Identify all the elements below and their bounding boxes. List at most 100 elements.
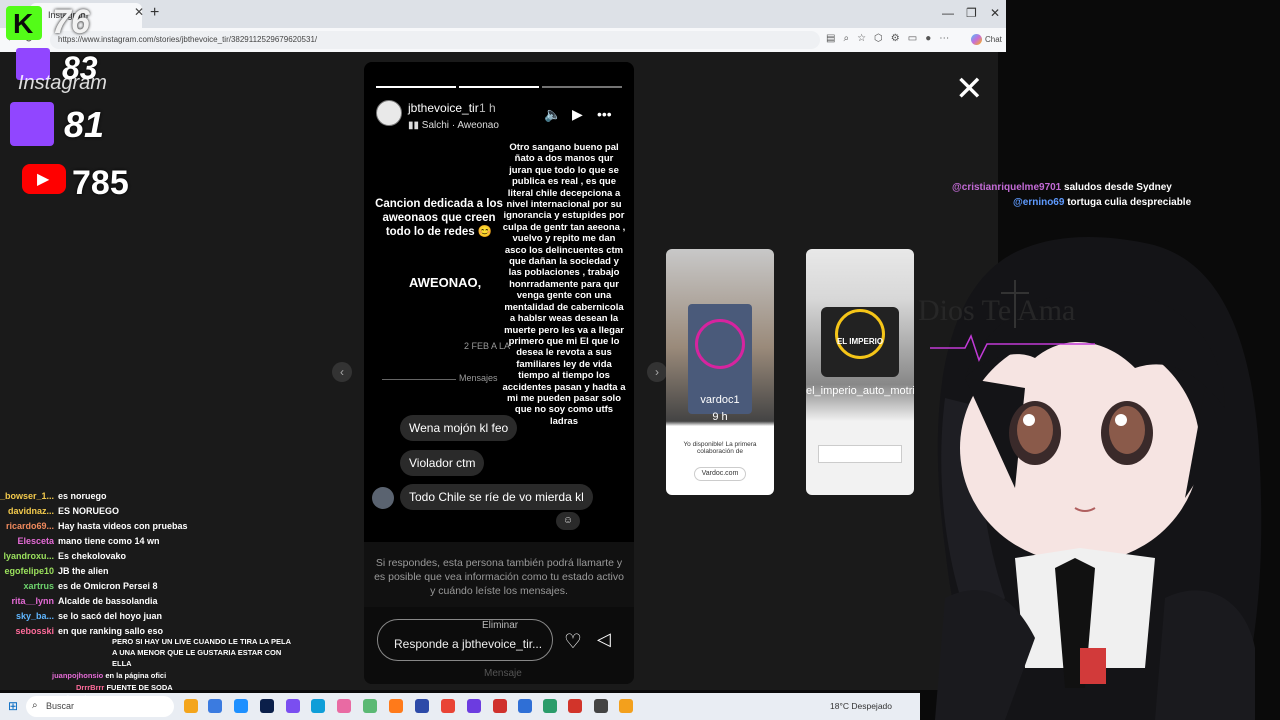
chat-username: francis17__ bbox=[66, 694, 108, 703]
vs-code-icon[interactable] bbox=[260, 699, 274, 713]
song-caption: Cancion dedicada a los aweonaos que cree… bbox=[374, 197, 504, 239]
app-icon[interactable] bbox=[415, 699, 429, 713]
reaction-icon[interactable]: ☺ bbox=[556, 512, 580, 530]
chat-message: DrrrBrrr FUENTE DE SODA bbox=[76, 683, 173, 692]
favorite-icon[interactable]: ☆ bbox=[857, 33, 866, 44]
story-progress bbox=[376, 86, 622, 89]
chat-username: DrrrBrrr bbox=[76, 683, 105, 692]
delete-label[interactable]: Eliminar bbox=[482, 620, 518, 631]
firefox-icon[interactable] bbox=[389, 699, 403, 713]
chat-text: ES NORUEGO bbox=[58, 506, 120, 516]
big-word: AWEONAO, bbox=[409, 275, 482, 290]
heart-icon[interactable]: ♡ bbox=[564, 629, 582, 654]
prev-story-icon[interactable]: ‹ bbox=[332, 362, 352, 382]
windows-start-icon[interactable]: ⊞ bbox=[8, 699, 18, 713]
chat-text: tortuga culia despreciable bbox=[1067, 197, 1192, 208]
reply-notice: Si respondes, esta persona también podrá… bbox=[374, 557, 624, 597]
right-chat-message: @ernino69 tortuga culia despreciable bbox=[1013, 197, 1191, 208]
copilot-icon[interactable] bbox=[971, 34, 982, 45]
app-icon[interactable] bbox=[467, 699, 481, 713]
tab-close-icon[interactable]: ✕ bbox=[134, 5, 144, 19]
reader-icon[interactable]: ▤ bbox=[826, 33, 835, 44]
chat-text: Es chekolovako bbox=[58, 551, 127, 561]
chat-message: davidnaz... ES NORUEGO bbox=[0, 506, 119, 521]
chat-username: _bowser_1... bbox=[0, 491, 54, 501]
story-viewer: jbthevoice_tir 1 h ▮▮ Salchi · Aweonao 🔈… bbox=[364, 62, 634, 684]
url-field[interactable]: https://www.instagram.com/stories/jbthev… bbox=[50, 31, 820, 49]
chat-username: sebosski bbox=[15, 626, 54, 636]
chat-message: egofelipe10 JB the alien bbox=[0, 566, 109, 581]
edge-icon[interactable] bbox=[311, 699, 325, 713]
opera-icon[interactable] bbox=[568, 699, 582, 713]
chat-message: sky_ba... se lo sacó del hoyo juan bbox=[0, 611, 162, 626]
new-tab-icon[interactable]: + bbox=[150, 4, 159, 22]
minimize-icon[interactable]: — bbox=[942, 6, 954, 20]
mute-icon[interactable]: 🔈 bbox=[544, 106, 561, 123]
copilot-label: Chat bbox=[985, 35, 1002, 44]
app-icon[interactable] bbox=[619, 699, 633, 713]
story-preview[interactable]: EL IMPERIO el_imperio_auto_motriz bbox=[806, 249, 914, 495]
story-preview[interactable]: vardoc1 9 h Yo disponible! La primera co… bbox=[666, 249, 774, 495]
chat-text: mano tiene como 14 wn bbox=[58, 536, 160, 546]
twitch-icon bbox=[10, 102, 54, 146]
store-icon[interactable] bbox=[208, 699, 222, 713]
chat-message: rita__lynn Alcalde de bassolandia bbox=[0, 596, 158, 611]
smile-emoji: 😊 bbox=[477, 226, 493, 238]
weather-widget[interactable]: 18°C Despejado bbox=[830, 701, 892, 711]
tabs-icon[interactable]: ▭ bbox=[908, 33, 917, 44]
chat-text: saludos desde Sydney bbox=[1064, 182, 1172, 193]
play-icon[interactable]: ▶ bbox=[572, 106, 583, 123]
close-stories-icon[interactable]: ✕ bbox=[955, 72, 984, 106]
stream-screen: Instagram ✕ + — ❐ ✕ ← ↻ https://www.inst… bbox=[0, 0, 1280, 720]
chat-username: egofelipe10 bbox=[4, 566, 54, 576]
menu-icon[interactable]: ⋯ bbox=[939, 33, 949, 44]
chat-bubble: Todo Chile se ríe de vo mierda kl bbox=[400, 484, 593, 510]
preview-link[interactable]: Vardoc.com bbox=[694, 467, 746, 481]
app-icon[interactable] bbox=[594, 699, 608, 713]
behind-message-field: Mensaje bbox=[484, 668, 522, 679]
chat-text: en que ranking sallo eso bbox=[58, 626, 164, 636]
extensions-icon[interactable]: ⬡ bbox=[874, 33, 883, 44]
progress-segment bbox=[459, 86, 539, 88]
story-time: 1 h bbox=[479, 101, 496, 115]
youtube-icon: ▶ bbox=[22, 164, 66, 194]
search-icon: ⌕ bbox=[32, 700, 38, 711]
preview-avatar-ring bbox=[835, 309, 885, 359]
divider bbox=[382, 379, 456, 380]
settings-icon[interactable]: ⚙ bbox=[891, 33, 900, 44]
story-avatar[interactable] bbox=[376, 100, 402, 126]
app-icon[interactable] bbox=[518, 699, 532, 713]
music-title: Aweonao bbox=[457, 120, 499, 131]
app-icon[interactable] bbox=[363, 699, 377, 713]
progress-segment bbox=[376, 86, 456, 88]
more-options-icon[interactable]: ••• bbox=[597, 106, 612, 122]
reply-input[interactable]: Responde a jbthevoice_tir... bbox=[377, 619, 553, 661]
story-music[interactable]: ▮▮ Salchi · Aweonao bbox=[408, 120, 499, 131]
send-icon[interactable]: ◁ bbox=[597, 629, 611, 650]
app-icon[interactable] bbox=[493, 699, 507, 713]
discord-icon[interactable] bbox=[286, 699, 300, 713]
donation-message: PERO SI HAY UN LIVE CUANDO LE TIRA LA PE… bbox=[112, 637, 291, 668]
chrome-icon[interactable] bbox=[441, 699, 455, 713]
chat-text: JB the alien bbox=[58, 566, 109, 576]
chat-username: rita__lynn bbox=[11, 596, 54, 606]
reply-area: Responde a jbthevoice_tir... Eliminar ♡ … bbox=[364, 607, 634, 684]
chat-message: Elesceta mano tiene como 14 wn bbox=[0, 536, 160, 551]
profile-icon[interactable]: ● bbox=[925, 33, 931, 44]
story-username[interactable]: jbthevoice_tir bbox=[408, 101, 479, 115]
reply-placeholder: Responde a jbthevoice_tir... bbox=[394, 637, 543, 651]
music-artist: Salchi bbox=[421, 120, 450, 131]
message-avatar bbox=[372, 487, 394, 509]
file-explorer-icon[interactable] bbox=[184, 699, 198, 713]
app-icon[interactable] bbox=[337, 699, 351, 713]
close-window-icon[interactable]: ✕ bbox=[990, 6, 1000, 20]
app-icon[interactable] bbox=[543, 699, 557, 713]
next-story-icon[interactable]: › bbox=[647, 362, 667, 382]
right-chat-message: @cristianriquelme9701 saludos desde Sydn… bbox=[952, 182, 1172, 193]
preview-banner: EL IMPERIO bbox=[836, 337, 884, 346]
photos-icon[interactable] bbox=[234, 699, 248, 713]
zoom-icon[interactable]: ⌕ bbox=[843, 33, 849, 44]
chat-message: lyandroxu... Es chekolovako bbox=[0, 551, 126, 566]
chat-text: Alcalde de bassolandia bbox=[58, 596, 158, 606]
maximize-icon[interactable]: ❐ bbox=[966, 6, 977, 20]
